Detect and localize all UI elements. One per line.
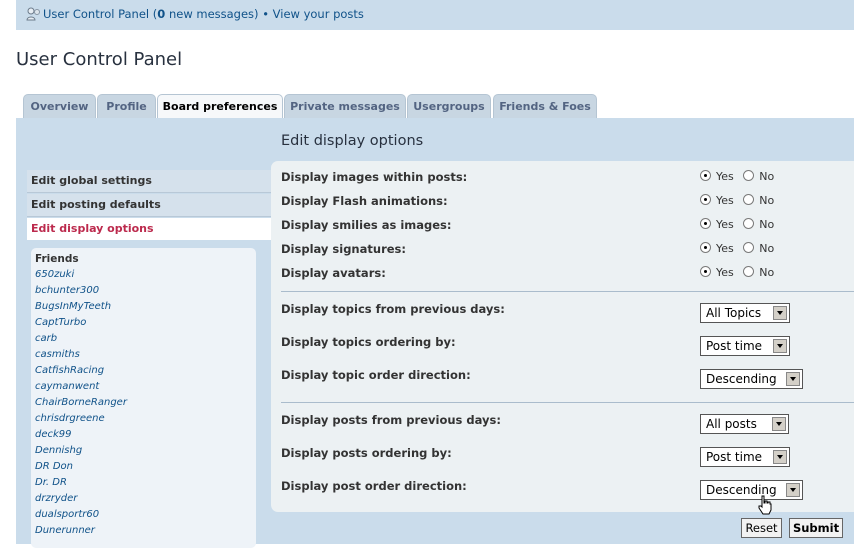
option-label-avatars: Display avatars: <box>281 266 386 280</box>
page-title: User Control Panel <box>16 49 183 70</box>
user-icon <box>26 7 40 21</box>
tab-board-preferences[interactable]: Board preferences <box>157 94 283 119</box>
chevron-down-icon[interactable] <box>786 483 800 497</box>
radio-no[interactable] <box>743 170 755 181</box>
friend-link[interactable]: Dr. DR <box>35 477 127 493</box>
friend-link[interactable]: carb <box>35 333 127 349</box>
sidebar-item-global-settings[interactable]: Edit global settings <box>27 170 271 193</box>
radio-yes-label: Yes <box>716 266 734 279</box>
option-label-signatures: Display signatures: <box>281 242 406 256</box>
post-days-select[interactable]: All posts <box>700 414 789 434</box>
tab-overview[interactable]: Overview <box>23 94 96 118</box>
friend-link[interactable]: Dunerunner <box>35 525 127 541</box>
radio-yes-label: Yes <box>716 218 734 231</box>
top-bar: User Control Panel (0 new messages) • Vi… <box>16 0 854 30</box>
select-value: All Topics <box>706 306 762 320</box>
radio-no[interactable] <box>743 218 755 229</box>
select-value: All posts <box>706 417 757 431</box>
chevron-down-icon[interactable] <box>786 372 800 386</box>
post-direction-select[interactable]: Descending <box>700 480 803 500</box>
option-label-images: Display images within posts: <box>281 170 468 184</box>
post-order-select[interactable]: Post time <box>700 447 790 467</box>
radio-group-images: Yes No <box>700 170 780 183</box>
divider <box>281 291 854 292</box>
radio-no-label: No <box>759 218 775 231</box>
friend-link[interactable]: deck99 <box>35 429 127 445</box>
friend-link[interactable]: 650zuki <box>35 269 127 285</box>
radio-group-smilies: Yes No <box>700 218 780 231</box>
chevron-down-icon[interactable] <box>773 450 787 464</box>
reset-button[interactable]: Reset <box>741 518 782 538</box>
option-label-smilies: Display smilies as images: <box>281 218 452 232</box>
radio-yes-label: Yes <box>716 194 734 207</box>
friend-link[interactable]: bchunter300 <box>35 285 127 301</box>
friend-link[interactable]: CaptTurbo <box>35 317 127 333</box>
radio-no[interactable] <box>743 194 755 205</box>
friend-link[interactable]: chrisdrgreene <box>35 413 127 429</box>
sidebar-item-posting-defaults[interactable]: Edit posting defaults <box>27 194 271 217</box>
radio-no-label: No <box>759 242 775 255</box>
tab-friends-foes[interactable]: Friends & Foes <box>493 94 597 118</box>
friend-link[interactable]: CatfishRacing <box>35 365 127 381</box>
radio-group-flash: Yes No <box>700 194 780 207</box>
radio-yes-label: Yes <box>716 242 734 255</box>
ucp-link[interactable]: User Control Panel <box>43 7 149 21</box>
top-links: User Control Panel (0 new messages) • Vi… <box>43 7 364 21</box>
friend-link[interactable]: DR Don <box>35 461 127 477</box>
option-label-flash: Display Flash animations: <box>281 194 448 208</box>
section-title: Edit display options <box>281 133 424 149</box>
radio-yes[interactable] <box>700 218 711 229</box>
option-label-post-direction: Display post order direction: <box>281 479 467 493</box>
radio-no[interactable] <box>743 266 755 277</box>
friend-link[interactable]: dualsportr60 <box>35 509 127 525</box>
radio-no-label: No <box>759 194 775 207</box>
tab-profile[interactable]: Profile <box>97 94 156 118</box>
friend-link[interactable]: ChairBorneRanger <box>35 397 127 413</box>
radio-no-label: No <box>759 170 775 183</box>
radio-no-label: No <box>759 266 775 279</box>
topic-order-select[interactable]: Post time <box>700 336 790 356</box>
sidebar-item-display-options[interactable]: Edit display options <box>27 218 271 240</box>
radio-no[interactable] <box>743 242 755 253</box>
topic-days-select[interactable]: All Topics <box>700 303 790 323</box>
friend-link[interactable]: caymanwent <box>35 381 127 397</box>
view-posts-link[interactable]: View your posts <box>273 7 364 21</box>
friend-link[interactable]: casmiths <box>35 349 127 365</box>
radio-group-signatures: Yes No <box>700 242 780 255</box>
select-value: Post time <box>706 450 763 464</box>
submit-button[interactable]: Submit <box>789 518 843 538</box>
radio-yes[interactable] <box>700 266 711 277</box>
divider <box>281 402 854 403</box>
radio-group-avatars: Yes No <box>700 266 780 279</box>
radio-yes-label: Yes <box>716 170 734 183</box>
select-value: Post time <box>706 339 763 353</box>
option-label-topic-order: Display topics ordering by: <box>281 335 456 349</box>
chevron-down-icon[interactable] <box>772 417 786 431</box>
radio-yes[interactable] <box>700 170 711 181</box>
select-value: Descending <box>706 372 777 386</box>
new-messages-text[interactable]: new messages) • <box>165 7 272 21</box>
option-label-topic-days: Display topics from previous days: <box>281 302 505 316</box>
option-label-post-days: Display posts from previous days: <box>281 413 501 427</box>
radio-yes[interactable] <box>700 194 711 205</box>
hand-cursor-icon <box>758 495 772 515</box>
friends-list: 650zuki bchunter300 BugsInMyTeeth CaptTu… <box>35 269 127 541</box>
friends-title: Friends <box>35 253 79 265</box>
tab-usergroups[interactable]: Usergroups <box>407 94 491 118</box>
chevron-down-icon[interactable] <box>773 339 787 353</box>
radio-yes[interactable] <box>700 242 711 253</box>
friend-link[interactable]: drzryder <box>35 493 127 509</box>
friend-link[interactable]: Dennishg <box>35 445 127 461</box>
friend-link[interactable]: BugsInMyTeeth <box>35 301 127 317</box>
option-label-post-order: Display posts ordering by: <box>281 446 452 460</box>
option-label-topic-direction: Display topic order direction: <box>281 368 471 382</box>
tab-private-messages[interactable]: Private messages <box>284 94 406 118</box>
sidebar-nav: Edit global settings Edit posting defaul… <box>27 170 271 241</box>
chevron-down-icon[interactable] <box>773 306 787 320</box>
topic-direction-select[interactable]: Descending <box>700 369 803 389</box>
friends-box: Friends 650zuki bchunter300 BugsInMyTeet… <box>31 248 256 548</box>
